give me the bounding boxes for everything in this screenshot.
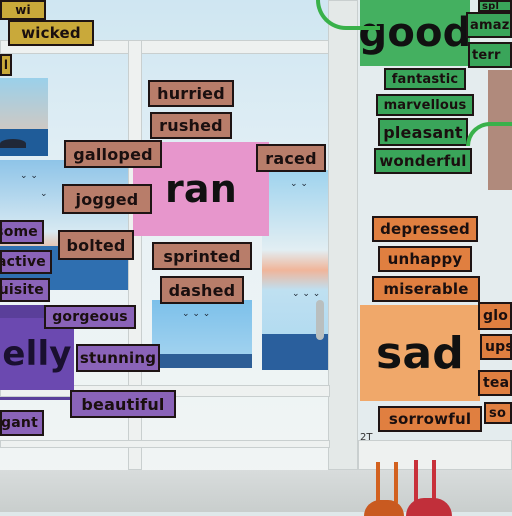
word-card-hurried: hurried <box>148 80 234 107</box>
word-card-tea: tea <box>478 370 512 396</box>
word-card-sorrowful: sorrowful <box>378 406 482 432</box>
window-frame-center <box>328 0 358 470</box>
word-card-beautiful: beautiful <box>70 390 176 418</box>
headline-sad: sad <box>360 305 480 401</box>
word-card-wi: wi <box>0 0 46 20</box>
word-card-marvellous: marvellous <box>376 94 474 116</box>
word-card-active: active <box>0 250 52 274</box>
word-card-depressed: depressed <box>372 216 478 242</box>
window-latch <box>316 300 324 340</box>
word-card-rushed: rushed <box>150 112 232 139</box>
word-card-unhappy: unhappy <box>378 246 472 272</box>
word-card-jogged: jogged <box>62 184 152 214</box>
word-card-fantastic: fantastic <box>384 68 466 90</box>
word-card-terr: terr <box>468 42 512 68</box>
poster-left-top <box>0 78 48 156</box>
word-card-l: l <box>0 54 12 76</box>
sign-fragment: 2T <box>360 432 373 443</box>
word-card-elegant: elegant <box>0 410 44 436</box>
word-card-spl: spl <box>478 0 512 12</box>
word-card-ups: ups <box>480 334 512 360</box>
poster-center-right: ⌄ ⌄ ⌄ ⌄ ⌄ <box>262 170 328 370</box>
word-card-wonderful: wonderful <box>374 148 472 174</box>
word-card-raced: raced <box>256 144 326 172</box>
word-card-glo: glo <box>478 302 512 330</box>
word-card-pleasant: pleasant <box>378 118 468 146</box>
word-card-gorgeous: gorgeous <box>44 305 136 329</box>
word-card-miserable: miserable <box>372 276 480 302</box>
word-card-exquisite: exquisite <box>0 278 50 302</box>
word-card-wicked: wicked <box>8 20 94 46</box>
word-card-bolted: bolted <box>58 230 134 260</box>
word-card-some: some <box>0 220 44 244</box>
word-card-amaze: amaze <box>466 12 512 38</box>
word-card-dashed: dashed <box>160 276 244 304</box>
word-card-sprinted: sprinted <box>152 242 252 270</box>
window-frame-lower <box>0 440 330 448</box>
poster-center-bottom: ⌄ ⌄ ⌄ <box>152 300 252 368</box>
word-card-stunning: stunning <box>76 344 160 372</box>
word-card-so: so <box>484 402 512 424</box>
word-card-galloped: galloped <box>64 140 162 168</box>
